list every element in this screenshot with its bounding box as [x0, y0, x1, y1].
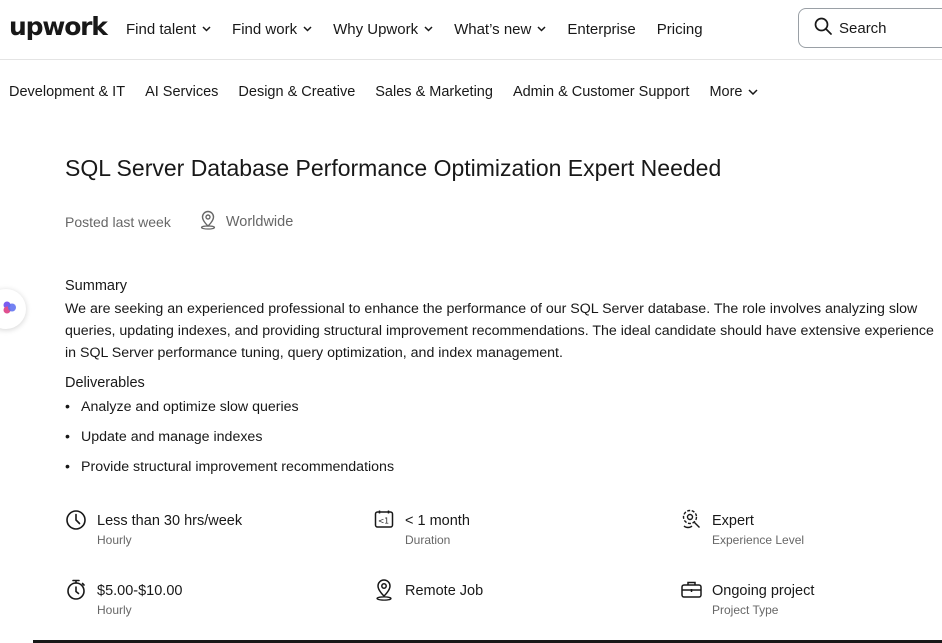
feature-label: Hourly	[97, 603, 132, 617]
feature-label: Experience Level	[712, 533, 805, 547]
category-design-creative[interactable]: Design & Creative	[238, 84, 355, 100]
stopwatch-icon	[65, 578, 89, 602]
posted-date: Posted last week	[65, 214, 171, 230]
summary-heading: Summary	[65, 278, 128, 294]
chevron-down-icon	[303, 26, 312, 32]
feature-rate: $5.00-$10.00 Hourly	[65, 578, 182, 617]
nav-find-work[interactable]: Find work	[232, 19, 312, 39]
list-item: Provide structural improvement recommend…	[65, 456, 942, 478]
feature-label: Project Type	[712, 603, 779, 617]
location-text: Worldwide	[225, 214, 294, 230]
location-pin-icon	[199, 210, 226, 234]
category-more-label: More	[709, 84, 743, 100]
category-sales-marketing[interactable]: Sales & Marketing	[375, 84, 493, 100]
briefcase-icon	[680, 578, 704, 602]
clock-icon	[65, 508, 89, 532]
top-navigation-bar: upwork Find talent Find work Why Upwork …	[0, 0, 942, 60]
category-development-it[interactable]: Development & IT	[9, 84, 125, 100]
feature-value: Less than 30 hrs/week	[97, 513, 243, 529]
main-nav: Find talent Find work Why Upwork What’s …	[126, 19, 724, 39]
search-icon	[814, 17, 832, 40]
list-item: Analyze and optimize slow queries	[65, 396, 942, 418]
feature-value: $5.00-$10.00	[97, 583, 183, 599]
category-admin-support[interactable]: Admin & Customer Support	[513, 84, 690, 100]
nav-pricing[interactable]: Pricing	[657, 19, 703, 39]
feature-value: Ongoing project	[712, 583, 815, 599]
feature-value: < 1 month	[405, 513, 470, 529]
feature-experience: Expert Experience Level	[680, 508, 804, 547]
feature-value: Expert	[712, 513, 754, 529]
chevron-down-icon	[424, 26, 433, 32]
location-pin-icon	[373, 578, 397, 602]
nav-why-upwork[interactable]: Why Upwork	[333, 19, 433, 39]
feature-remote: Remote Job	[373, 578, 483, 603]
deliverables-list: Analyze and optimize slow queries Update…	[65, 396, 942, 478]
search-input[interactable]	[839, 19, 939, 37]
nav-whats-new[interactable]: What’s new	[454, 19, 546, 39]
category-more[interactable]: More	[709, 84, 759, 100]
chevron-down-icon	[537, 26, 546, 32]
nav-pricing-label: Pricing	[656, 20, 703, 38]
expertise-gear-icon	[680, 508, 704, 532]
search-box[interactable]	[798, 8, 942, 48]
nav-enterprise-label: Enterprise	[567, 20, 636, 38]
feature-value: Remote Job	[405, 583, 484, 599]
job-location: Worldwide	[199, 210, 293, 234]
category-nav: Development & IT AI Services Design & Cr…	[9, 84, 778, 100]
upwork-logo[interactable]: upwork	[9, 12, 108, 41]
nav-enterprise[interactable]: Enterprise	[567, 19, 635, 39]
assistant-badge[interactable]	[0, 289, 26, 329]
job-title: SQL Server Database Performance Optimiza…	[65, 155, 722, 181]
feature-label: Duration	[405, 533, 451, 547]
feature-workload: Less than 30 hrs/week Hourly	[65, 508, 242, 547]
nav-why-upwork-label: Why Upwork	[333, 20, 419, 38]
chevron-down-icon	[202, 26, 211, 32]
job-meta: Posted last week Worldwide	[65, 210, 942, 234]
chevron-down-icon	[748, 89, 759, 95]
brain-icon	[2, 299, 18, 320]
deliverables-heading: Deliverables	[65, 375, 145, 391]
feature-project-type: Ongoing project Project Type	[680, 578, 814, 617]
nav-find-talent-label: Find talent	[126, 20, 197, 38]
feature-label: Hourly	[97, 533, 132, 547]
nav-whats-new-label: What’s new	[454, 20, 532, 38]
nav-find-work-label: Find work	[232, 20, 298, 38]
nav-find-talent[interactable]: Find talent	[126, 19, 211, 39]
list-item: Update and manage indexes	[65, 426, 942, 448]
svg-text:<1: <1	[378, 517, 389, 526]
category-ai-services[interactable]: AI Services	[145, 84, 218, 100]
summary-text: We are seeking an experienced profession…	[65, 301, 934, 361]
job-details: SQL Server Database Performance Optimiza…	[65, 155, 942, 486]
calendar-duration-icon: <1	[373, 508, 397, 532]
feature-duration: <1 < 1 month Duration	[373, 508, 470, 547]
